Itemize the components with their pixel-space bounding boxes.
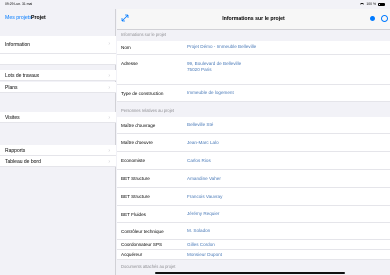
navigation-bar: Informations sur le projet: [117, 9, 390, 30]
row-value[interactable]: Gilles Cordon: [187, 242, 215, 248]
section-header-label: Informations sur le projet: [121, 32, 167, 37]
row-key: Economiste: [121, 158, 146, 163]
row-value[interactable]: Immeuble de logement: [187, 90, 234, 96]
row-value[interactable]: Carlos Rios: [187, 158, 211, 164]
home-indicator: [155, 272, 345, 274]
row-key: Maître d'ouvrage: [121, 122, 156, 128]
row-key: Contrôleur technique: [121, 228, 164, 234]
row-value[interactable]: Jean-Marc Lalo: [187, 140, 219, 146]
row-value[interactable]: Projet Démo - Immeuble Belleville: [187, 44, 256, 50]
sidebar-item-visites[interactable]: Visites ›: [0, 112, 116, 123]
person-row: BET Structure Amandine Vaher: [117, 170, 390, 188]
sidebar-item-label: Lots de travaux: [5, 73, 40, 79]
status-right: 100 %: [360, 2, 385, 6]
row-value[interactable]: Monsieur Dupont: [187, 252, 222, 258]
sidebar-item-label: Visites: [5, 115, 20, 121]
sidebar-item-blank[interactable]: [0, 54, 116, 65]
chevron-right-icon: ›: [108, 114, 110, 121]
sidebar-item-label: Tableau de bord: [5, 159, 41, 165]
sidebar-item-plans[interactable]: Plans ›: [0, 82, 116, 93]
chevron-right-icon: ›: [108, 158, 110, 165]
row-key: Type de construction: [121, 90, 164, 96]
sidebar: Mes projets Projet Information › Lots de…: [0, 9, 116, 275]
person-row: Maître d'ouvrage Belleville Sté: [117, 117, 390, 134]
info-row-adresse: Adresse 99, Boulevard de Belleville 7502…: [117, 55, 390, 85]
back-button[interactable]: Mes projets: [5, 15, 32, 21]
person-row: Contrôleur technique M. Soladon: [117, 223, 390, 240]
sidebar-item-label: Plans: [5, 85, 18, 91]
row-value[interactable]: Jérémy Requier: [187, 211, 219, 217]
row-key: Maître d'oeuvre: [121, 140, 153, 145]
page-title: Informations sur le projet: [222, 16, 285, 22]
status-bar: 09:29 Lun. 31 mai 100 %: [0, 0, 390, 9]
sidebar-item-label: Information: [5, 41, 31, 48]
chevron-right-icon: ›: [108, 84, 110, 91]
section-header-label: Documents attachés au projet: [121, 264, 176, 269]
person-row: BET Fluides Jérémy Requier: [117, 206, 390, 223]
info-row-type: Type de construction Immeuble de logemen…: [117, 85, 390, 102]
chevron-right-icon: ›: [108, 147, 110, 154]
status-time: 09:29 Lun. 31 mai: [5, 2, 33, 6]
chevron-right-icon: ›: [108, 41, 110, 47]
chevron-right-icon: ›: [108, 72, 110, 79]
main-panel: Informations sur le projet Informations …: [117, 9, 390, 275]
battery-icon: [378, 2, 385, 6]
sidebar-item-information[interactable]: Information ›: [0, 36, 116, 54]
row-value[interactable]: Amandine Vaher: [187, 176, 221, 182]
wifi-icon: [360, 2, 365, 6]
row-key: Nom: [121, 45, 131, 50]
sidebar-item-tableau-de-bord[interactable]: Tableau de bord ›: [0, 156, 116, 167]
row-key: BET Structure: [121, 194, 150, 199]
settings-icon[interactable]: [370, 16, 375, 21]
sidebar-item-label: Rapports: [5, 148, 26, 154]
row-key: BET Structure: [121, 176, 150, 181]
info-row-nom: Nom Projet Démo - Immeuble Belleville: [117, 41, 390, 55]
row-key: Adresse: [121, 61, 138, 66]
person-row: Maître d'oeuvre Jean-Marc Lalo: [117, 134, 390, 152]
row-value-line2[interactable]: 75020 Paris: [187, 67, 212, 73]
row-key: Coordonnateur SPS: [121, 242, 163, 247]
battery-percent: 100 %: [366, 2, 376, 6]
person-row: BET Structure Francois Vauvray: [117, 188, 390, 206]
person-row: Coordonnateur SPS Gilles Cordon: [117, 240, 390, 250]
sidebar-title: Projet: [31, 15, 46, 21]
section-header-label: Personnes relatives au projet: [121, 108, 175, 113]
sidebar-item-rapports[interactable]: Rapports ›: [0, 145, 116, 156]
sidebar-item-lots[interactable]: Lots de travaux ›: [0, 70, 116, 81]
help-icon[interactable]: [381, 15, 388, 22]
row-key: BET Fluides: [121, 211, 146, 217]
sidebar-header: Mes projets Projet: [0, 9, 116, 30]
row-key: Acquéreur: [121, 252, 143, 257]
person-row: Acquéreur Monsieur Dupont: [117, 250, 390, 260]
row-value[interactable]: M. Soladon: [187, 228, 210, 234]
row-value[interactable]: Francois Vauvray: [187, 194, 222, 200]
person-row: Economiste Carlos Rios: [117, 152, 390, 170]
row-value[interactable]: Belleville Sté: [187, 122, 213, 128]
